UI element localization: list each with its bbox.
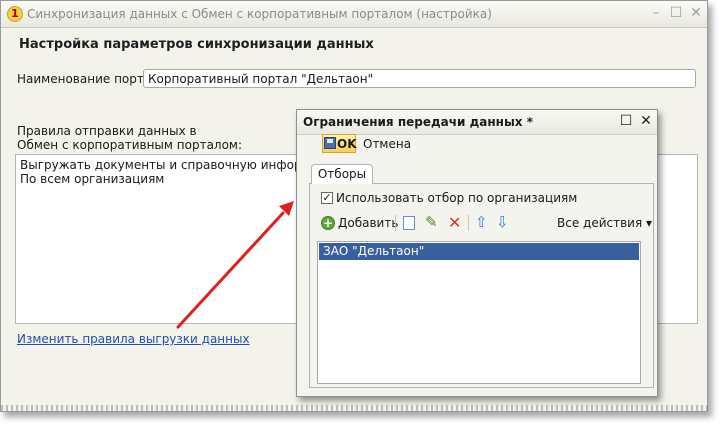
tab-filters[interactable]: Отборы <box>311 164 373 184</box>
toolbar-separator <box>468 215 469 231</box>
rules-label-line2: Обмен с корпоративным порталом: <box>17 138 243 152</box>
dialog-title: Ограничения передачи данных * <box>303 115 534 129</box>
close-icon[interactable]: ✕ <box>687 4 705 22</box>
delete-icon[interactable]: ✕ <box>448 213 461 232</box>
app-icon: 1 <box>7 6 23 22</box>
save-icon <box>324 137 336 149</box>
organizations-list[interactable] <box>317 241 641 384</box>
use-filter-label[interactable]: Использовать отбор по организациям <box>336 191 577 205</box>
arrow-down-icon[interactable]: ⇩ <box>496 213 509 231</box>
change-rules-link[interactable]: Изменить правила выгрузки данных <box>17 332 250 346</box>
cancel-button[interactable]: Отмена <box>363 137 411 151</box>
portal-name-input[interactable] <box>143 69 696 88</box>
rules-label-line1: Правила отправки данных в <box>17 124 197 138</box>
minimize-icon[interactable]: – <box>647 4 665 22</box>
window-title: Синхронизация данных с Обмен с корпорати… <box>27 7 492 21</box>
list-item[interactable]: ЗАО "Дельтаон" <box>319 243 639 260</box>
data-restrictions-dialog: Ограничения передачи данных * ☐ ✕ OK Отм… <box>296 109 658 397</box>
edit-icon[interactable]: ✎ <box>425 213 438 231</box>
page-title: Настройка параметров синхронизации данны… <box>19 37 374 52</box>
add-icon[interactable]: + <box>321 216 335 230</box>
ok-label[interactable]: OK <box>337 137 357 151</box>
toolbar-separator <box>395 215 396 231</box>
rules-label: Правила отправки данных в Обмен с корпор… <box>17 124 242 152</box>
dialog-titlebar[interactable]: Ограничения передачи данных * ☐ ✕ <box>297 110 657 135</box>
dotted-divider <box>1 405 709 411</box>
close-icon[interactable]: ✕ <box>637 112 655 130</box>
add-button[interactable]: Добавить <box>338 216 398 230</box>
main-titlebar[interactable]: 1 Синхронизация данных с Обмен с корпора… <box>1 1 707 28</box>
use-filter-checkbox[interactable]: ✓ <box>321 192 333 204</box>
arrow-up-icon[interactable]: ⇧ <box>475 213 488 231</box>
maximize-icon[interactable]: ☐ <box>617 112 635 130</box>
maximize-icon[interactable]: ☐ <box>667 4 685 22</box>
copy-icon[interactable] <box>403 216 415 230</box>
all-actions-menu[interactable]: Все действия ▾ <box>557 216 652 230</box>
